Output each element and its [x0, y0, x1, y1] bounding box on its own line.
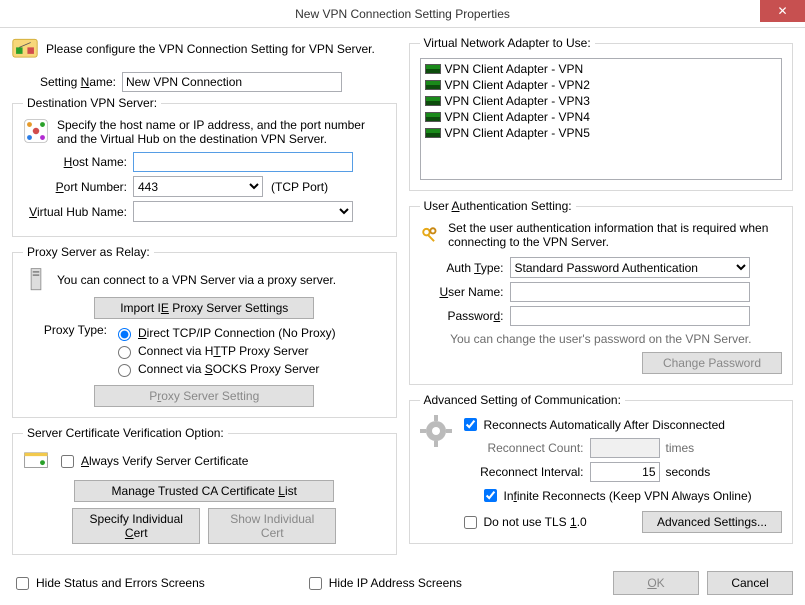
vpn-connection-icon [12, 36, 38, 62]
port-label: Port Number: [23, 180, 133, 194]
vhub-label: Virtual Hub Name: [23, 205, 133, 219]
close-button[interactable]: ✕ [760, 0, 805, 22]
port-suffix: (TCP Port) [271, 180, 328, 194]
destination-group: Destination VPN Server: Specify the host… [12, 96, 397, 237]
always-verify-label: Always Verify Server Certificate [81, 454, 248, 468]
reconnect-auto-checkbox[interactable] [464, 418, 477, 431]
list-item[interactable]: VPN Client Adapter - VPN2 [423, 77, 780, 93]
close-icon: ✕ [777, 4, 787, 18]
hide-ip-label: Hide IP Address Screens [329, 576, 462, 590]
proxy-socks-radio[interactable] [118, 364, 131, 377]
proxy-http-radio[interactable] [118, 346, 131, 359]
certificate-icon [23, 448, 49, 474]
network-adapter-icon [425, 112, 441, 122]
no-tls-checkbox[interactable] [464, 516, 477, 529]
auth-type-select[interactable]: Standard Password Authentication [510, 257, 750, 278]
list-item[interactable]: VPN Client Adapter - VPN3 [423, 93, 780, 109]
show-cert-button[interactable]: Show Individual Cert [208, 508, 336, 544]
destination-desc: Specify the host name or IP address, and… [57, 118, 386, 146]
titlebar: New VPN Connection Setting Properties ✕ [0, 0, 805, 28]
list-item[interactable]: VPN Client Adapter - VPN5 [423, 125, 780, 141]
proxy-type-label: Proxy Type: [23, 323, 113, 337]
interval-suffix: seconds [666, 465, 711, 479]
import-ie-proxy-button[interactable]: Import IE Proxy Server Settings [94, 297, 314, 319]
proxy-http-label: Connect via HTTP Proxy Server [138, 344, 309, 358]
proxy-socks-label: Connect via SOCKS Proxy Server [138, 362, 319, 376]
auth-legend: User Authentication Setting: [420, 199, 576, 213]
hostname-input[interactable] [133, 152, 353, 172]
advanced-settings-button[interactable]: Advanced Settings... [642, 511, 782, 533]
hide-ip-checkbox[interactable] [309, 577, 322, 590]
reconnect-count-label: Reconnect Count: [460, 441, 590, 455]
setting-name-input[interactable] [122, 72, 342, 92]
destination-legend: Destination VPN Server: [23, 96, 161, 110]
cert-group: Server Certificate Verification Option: … [12, 426, 397, 555]
adapter-group: Virtual Network Adapter to Use: VPN Clie… [409, 36, 794, 191]
window-title: New VPN Connection Setting Properties [295, 7, 510, 21]
keys-icon [420, 221, 441, 251]
proxy-direct-label: Direct TCP/IP Connection (No Proxy) [138, 326, 336, 340]
ok-button[interactable]: OK [613, 571, 699, 595]
password-label: Password: [420, 309, 510, 323]
network-adapter-icon [425, 128, 441, 138]
cert-legend: Server Certificate Verification Option: [23, 426, 228, 440]
reconnect-interval-input[interactable] [590, 462, 660, 482]
network-adapter-icon [425, 80, 441, 90]
manage-ca-button[interactable]: Manage Trusted CA Certificate List [74, 480, 334, 502]
intro-text: Please configure the VPN Connection Sett… [46, 42, 375, 56]
proxy-server-icon [23, 267, 49, 293]
auth-note: You can change the user's password on th… [420, 332, 783, 346]
network-adapter-icon [425, 64, 441, 74]
password-input[interactable] [510, 306, 750, 326]
proxy-direct-radio[interactable] [118, 328, 131, 341]
cancel-button[interactable]: Cancel [707, 571, 793, 595]
gear-icon [420, 415, 452, 447]
server-hub-icon [23, 118, 49, 144]
list-item[interactable]: VPN Client Adapter - VPN4 [423, 109, 780, 125]
hide-status-checkbox[interactable] [16, 577, 29, 590]
no-tls-label: Do not use TLS 1.0 [484, 515, 587, 529]
auth-desc: Set the user authentication information … [448, 221, 782, 249]
auth-type-label: Auth Type: [420, 261, 510, 275]
port-select[interactable]: 443 [133, 176, 263, 197]
vhub-select[interactable] [133, 201, 353, 222]
reconnect-interval-label: Reconnect Interval: [460, 465, 590, 479]
hostname-label: Host Name: [23, 155, 133, 169]
hide-status-label: Hide Status and Errors Screens [36, 576, 205, 590]
count-suffix: times [666, 441, 695, 455]
advanced-legend: Advanced Setting of Communication: [420, 393, 625, 407]
specify-cert-button[interactable]: Specify Individual Cert [72, 508, 200, 544]
auth-group: User Authentication Setting: Set the use… [409, 199, 794, 385]
infinite-reconnects-checkbox[interactable] [484, 489, 497, 502]
proxy-legend: Proxy Server as Relay: [23, 245, 154, 259]
reconnect-auto-label: Reconnects Automatically After Disconnec… [484, 418, 725, 432]
reconnect-count-input [590, 438, 660, 458]
adapter-listbox[interactable]: VPN Client Adapter - VPN VPN Client Adap… [420, 58, 783, 180]
always-verify-checkbox[interactable] [61, 455, 74, 468]
proxy-group: Proxy Server as Relay: You can connect t… [12, 245, 397, 418]
change-password-button[interactable]: Change Password [642, 352, 782, 374]
list-item[interactable]: VPN Client Adapter - VPN [423, 61, 780, 77]
adapter-legend: Virtual Network Adapter to Use: [420, 36, 595, 50]
proxy-desc: You can connect to a VPN Server via a pr… [57, 273, 386, 287]
username-input[interactable] [510, 282, 750, 302]
proxy-server-setting-button[interactable]: Proxy Server Setting [94, 385, 314, 407]
infinite-reconnects-label: Infinite Reconnects (Keep VPN Always Onl… [504, 489, 752, 503]
advanced-group: Advanced Setting of Communication: Recon… [409, 393, 794, 544]
network-adapter-icon [425, 96, 441, 106]
setting-name-label: Setting Name: [12, 75, 122, 89]
username-label: User Name: [420, 285, 510, 299]
